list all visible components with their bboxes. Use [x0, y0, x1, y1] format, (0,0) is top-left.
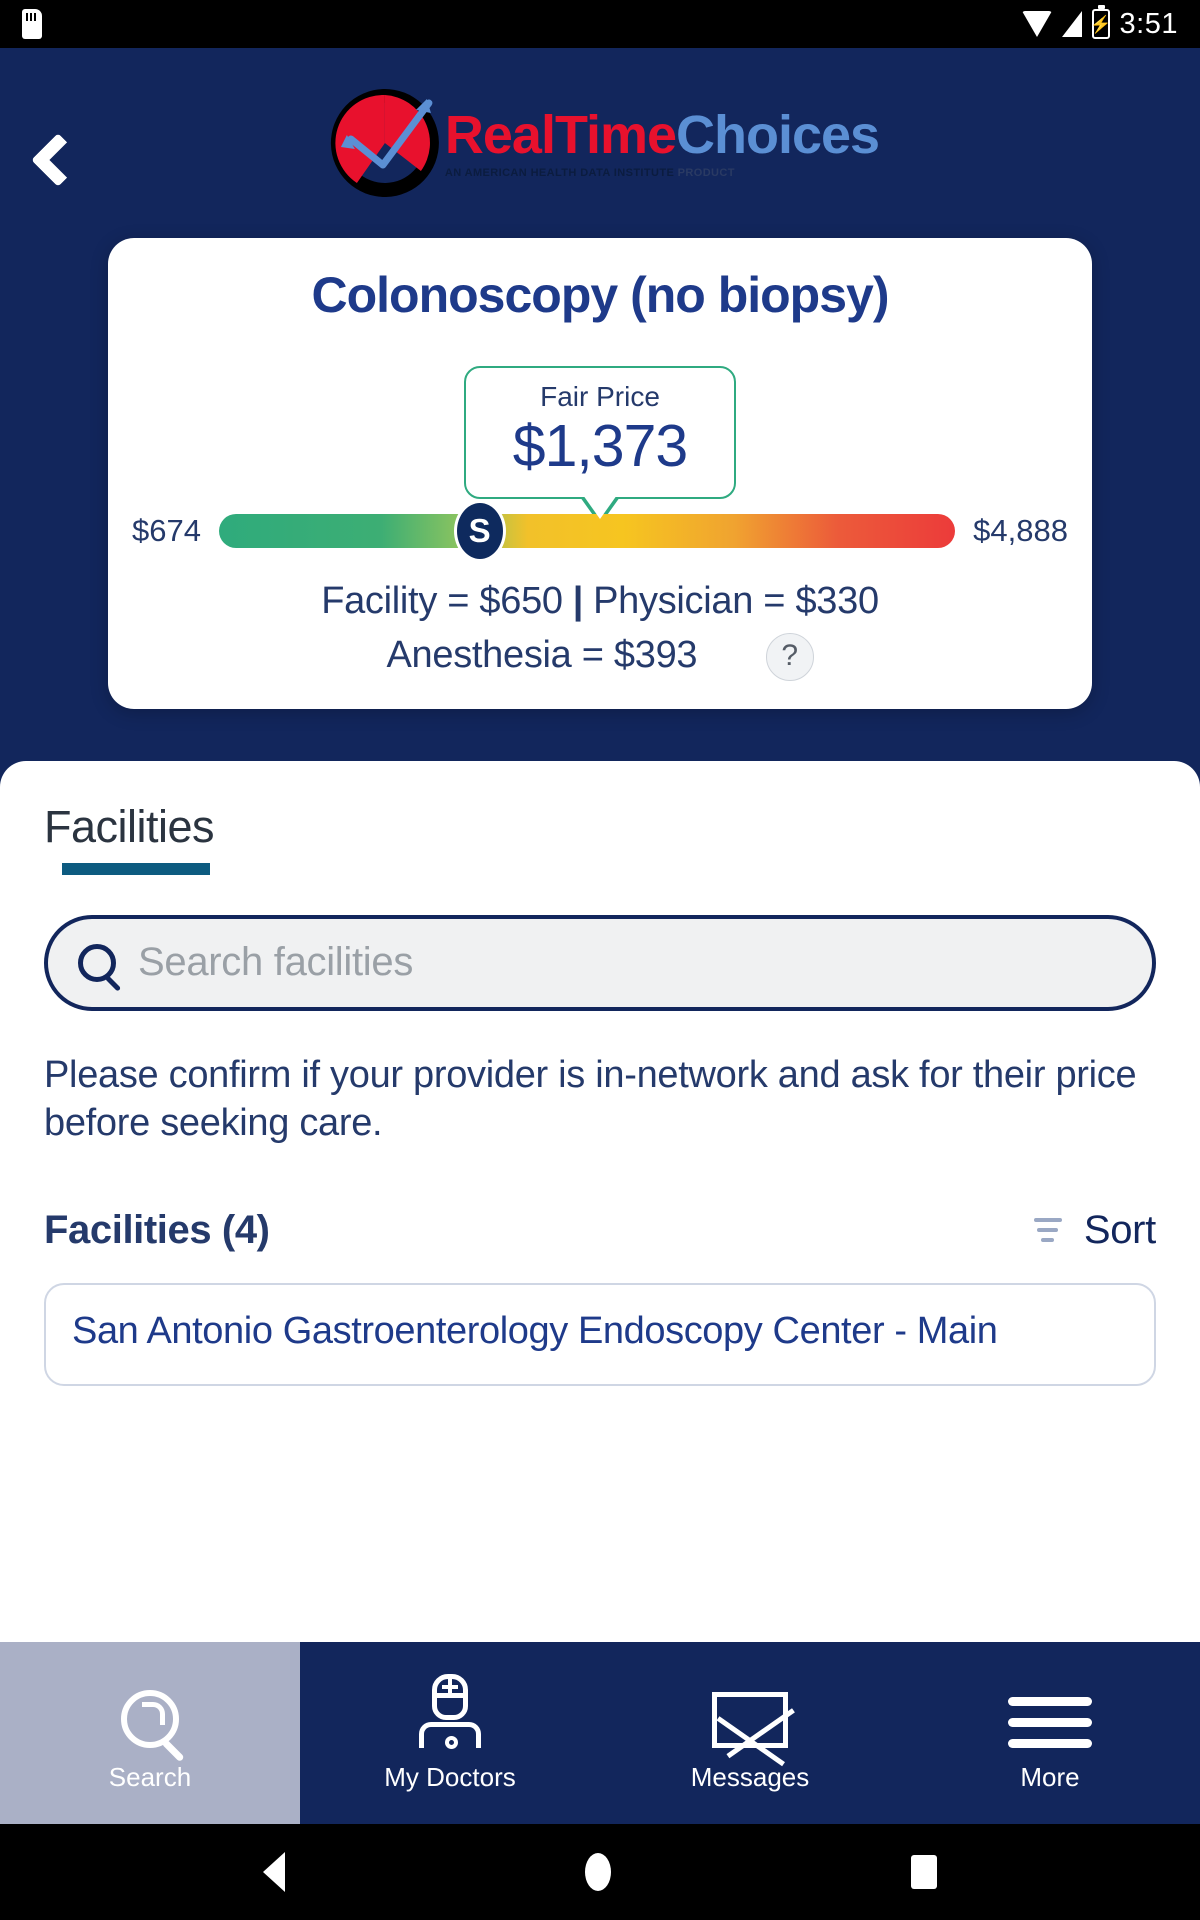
price-breakdown: Facility = $650 | Physician = $330 Anesthe… [128, 575, 1072, 683]
hamburger-icon [1008, 1674, 1092, 1748]
tab-my-doctors-label: My Doctors [384, 1761, 516, 1792]
tab-my-doctors[interactable]: My Doctors [300, 1642, 600, 1824]
tab-facilities-label: Facilities [44, 800, 215, 852]
doctor-icon [415, 1673, 485, 1749]
tab-facilities[interactable]: Facilities [44, 800, 215, 875]
tab-search[interactable]: Search [0, 1642, 300, 1824]
fair-price-bubble-row: Fair Price $1,373 [128, 366, 1072, 499]
facilities-count-label: Facilities (4) [44, 1207, 270, 1252]
search-input[interactable]: Search facilities [138, 940, 413, 985]
facilities-list-header: Facilities (4) Sort [44, 1208, 1156, 1253]
logo-tagline-strong: AN AMERICAN HEALTH DATA INSTITUTE [444, 166, 675, 179]
recents-square-icon[interactable] [911, 1855, 937, 1889]
search-facilities-field[interactable]: Search facilities [44, 914, 1156, 1011]
fair-price-bubble: Fair Price $1,373 [464, 366, 736, 499]
logo-text: RealTimeChoices AN AMERICAN HEALTH DATA … [444, 104, 880, 179]
status-bar-right: ⚡ 3:51 [1021, 5, 1178, 41]
home-circle-icon[interactable] [585, 1853, 611, 1891]
envelope-icon [712, 1674, 788, 1748]
app-logo: RealTimeChoices AN AMERICAN HEALTH DATA … [321, 79, 880, 207]
wifi-icon [1021, 11, 1052, 37]
page-title: Colonoscopy (no biopsy) [311, 267, 890, 323]
chevron-left-icon [31, 133, 85, 187]
android-status-bar: ⚡ 3:51 [0, 0, 1200, 48]
logo-word-realtime: RealTime [444, 104, 677, 165]
list-item[interactable]: San Antonio Gastroenterology Endoscopy C… [44, 1282, 1156, 1386]
logo-word-choices: Choices [676, 104, 880, 165]
network-confirmation-notice: Please confirm if your provider is in-ne… [44, 1053, 1137, 1145]
tab-more-label: More [1020, 1761, 1080, 1792]
bottom-tab-bar: Search My Doctors Messages More [0, 1642, 1200, 1824]
sort-icon [1033, 1218, 1062, 1243]
status-bar-clock: 3:51 [1119, 7, 1178, 40]
search-icon [78, 943, 116, 982]
breakdown-separator: | [572, 579, 584, 622]
facility-name: San Antonio Gastroenterology Endoscopy C… [72, 1309, 998, 1352]
tab-more[interactable]: More [900, 1642, 1200, 1824]
tab-search-label: Search [108, 1761, 192, 1792]
sort-button-label: Sort [1083, 1207, 1156, 1252]
breakdown-anesthesia: Anesthesia = $393 [386, 633, 698, 676]
back-triangle-icon[interactable] [263, 1852, 285, 1892]
sdcard-icon [22, 9, 42, 39]
tab-active-indicator [62, 862, 210, 875]
signal-icon [1061, 11, 1082, 37]
status-bar-left [22, 9, 42, 39]
android-navigation-bar [0, 1824, 1200, 1920]
price-range-min: $674 [132, 512, 201, 548]
help-icon[interactable]: ? [765, 632, 814, 681]
app-header: RealTimeChoices AN AMERICAN HEALTH DATA … [0, 48, 1200, 238]
fair-price-value: $1,373 [512, 412, 688, 479]
logo-mark-icon [321, 79, 449, 207]
tab-messages[interactable]: Messages [600, 1642, 900, 1824]
price-range-max: $4,888 [973, 512, 1068, 548]
battery-charging-icon: ⚡ [1090, 5, 1111, 39]
app-root: ⚡ 3:51 RealTimeChoices AN AMERICAN HEALT… [0, 0, 1200, 1920]
fair-price-label: Fair Price [540, 381, 660, 412]
breakdown-facility: Facility = $650 [321, 579, 563, 622]
back-button[interactable] [22, 120, 94, 200]
logo-tagline-light: PRODUCT [677, 166, 735, 179]
breakdown-physician: Physician = $330 [593, 579, 879, 622]
logo-tagline: AN AMERICAN HEALTH DATA INSTITUTE PRODUC… [445, 167, 879, 179]
tab-messages-label: Messages [690, 1761, 810, 1792]
price-gradient-track[interactable]: S [218, 499, 956, 562]
logo-wordmark: RealTimeChoices [444, 104, 880, 165]
search-icon [121, 1674, 179, 1748]
price-summary-card: Colonoscopy (no biopsy) Fair Price $1,37… [108, 238, 1092, 709]
sort-button[interactable]: Sort [1033, 1207, 1156, 1253]
price-marker-knob[interactable]: S [453, 499, 506, 562]
breakdown-line-2: Anesthesia = $393 ? [128, 629, 1072, 683]
